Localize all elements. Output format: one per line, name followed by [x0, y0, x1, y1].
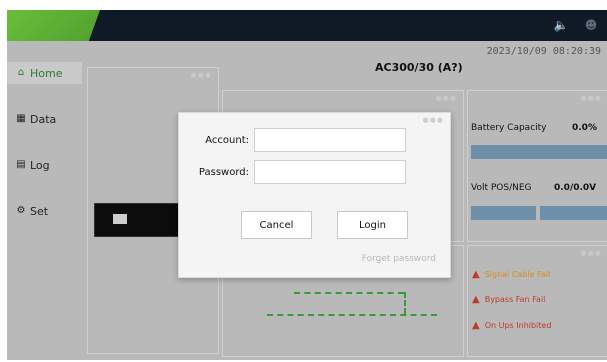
cancel-button[interactable]: Cancel — [241, 211, 312, 239]
battery-capacity-label: Battery Capacity — [471, 123, 547, 133]
password-input[interactable] — [254, 160, 406, 184]
volt-value: 0.0/0.0V — [554, 183, 597, 193]
flow-line — [404, 292, 408, 314]
login-button[interactable]: Login — [337, 211, 408, 239]
alarm-text: On Ups Inhibited — [484, 321, 552, 330]
sidebar-item-label: Set — [30, 204, 49, 218]
volt-pos-bar — [471, 206, 536, 220]
alarm-text: Bypass Fan Fail — [484, 295, 546, 304]
panel-menu-icon: ●●● — [190, 71, 212, 79]
sidebar-item-label: Data — [30, 112, 57, 126]
warning-icon: ▲ — [472, 294, 480, 305]
sidebar-item-data[interactable]: ▦ Data — [7, 108, 82, 130]
ups-device-image — [94, 203, 186, 237]
password-label: Password: — [198, 167, 249, 178]
forgot-password-link[interactable]: Forget password — [362, 254, 436, 264]
speaker-icon[interactable]: 🔈 — [553, 17, 569, 33]
panel-menu-icon: ●●● — [580, 249, 602, 257]
battery-capacity-value: 0.0% — [572, 123, 597, 133]
panel-menu-icon: ●●● — [435, 94, 457, 102]
datetime: 2023/10/09 08:20:39 — [486, 46, 601, 57]
sidebar-item-log[interactable]: ▤ Log — [7, 154, 82, 176]
sidebar-item-home[interactable]: ⌂ Home — [7, 62, 82, 84]
top-bar: 🔈 ☻ — [7, 10, 607, 41]
battery-capacity-bar — [471, 145, 607, 159]
sidebar: ⌂ Home ▦ Data ▤ Log ⚙ Set — [7, 62, 82, 246]
data-icon: ▦ — [16, 113, 26, 124]
flow-line — [267, 314, 437, 316]
dialog-menu-icon: ●●● — [422, 116, 444, 124]
account-label: Account: — [205, 135, 249, 146]
user-icon[interactable]: ☻ — [583, 17, 599, 33]
alarm-item: ▲ On Ups Inhibited — [472, 320, 551, 331]
home-icon: ⌂ — [17, 67, 25, 78]
warning-icon: ▲ — [472, 320, 480, 331]
app-window: 🔈 ☻ 2023/10/09 08:20:39 ⌂ Home ▦ Data ▤ … — [7, 10, 607, 360]
panel-menu-icon: ●●● — [580, 94, 602, 102]
warning-icon: ▲ — [472, 269, 480, 280]
volt-label: Volt POS/NEG — [471, 183, 532, 193]
sidebar-item-label: Home — [30, 66, 63, 80]
alarm-item: ▲ Bypass Fan Fail — [472, 294, 545, 305]
sidebar-item-set[interactable]: ⚙ Set — [7, 200, 82, 222]
volt-neg-bar — [540, 206, 607, 220]
device-title: AC300/30 (A?) — [375, 61, 463, 74]
sidebar-item-label: Log — [30, 158, 50, 172]
brand-logo — [7, 10, 100, 41]
flow-line — [294, 292, 404, 294]
settings-icon: ⚙ — [16, 205, 26, 216]
log-icon: ▤ — [16, 159, 26, 170]
alarm-item: ▲ Signal Cable Fail — [472, 269, 550, 280]
account-input[interactable] — [254, 128, 406, 152]
login-dialog: ●●● Account: Password: Cancel Login Forg… — [178, 112, 451, 278]
alarm-text: Signal Cable Fail — [484, 270, 551, 279]
